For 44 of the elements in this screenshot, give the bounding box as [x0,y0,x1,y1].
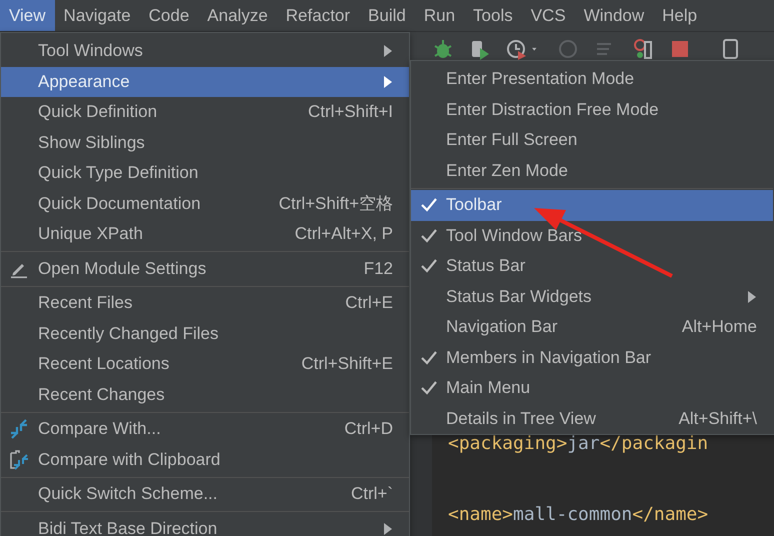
menu-title[interactable]: Analyze [198,0,277,31]
menu-title[interactable]: VCS [522,0,575,31]
compare-icon [9,419,29,440]
menu-title[interactable]: Run [414,0,464,31]
bug-icon[interactable] [432,38,454,60]
menu-title[interactable]: Help [653,0,706,31]
menu-item[interactable]: Quick Definition Ctrl+Shift+I [1,97,409,128]
menu-item[interactable]: Open Module Settings F12 [1,254,409,284]
clipboard-compare-icon [9,450,29,470]
profiler-icon[interactable] [506,38,528,60]
menu-item[interactable]: Enter Distraction Free Mode [411,94,773,125]
menu-title[interactable]: View [0,0,55,31]
menu-item[interactable]: Quick Documentation Ctrl+Shift+空格 [1,188,409,219]
menu-item[interactable]: Recently Changed Files [1,318,409,349]
menu-title[interactable]: Navigate [54,0,140,31]
menu-item[interactable]: Recent Locations Ctrl+Shift+E [1,349,409,380]
menu-title[interactable]: Refactor [276,0,360,31]
code-line: <packaging>jar</packagin [447,435,710,453]
menu-item[interactable]: Compare with Clipboard [1,444,409,475]
menu-item[interactable]: Enter Zen Mode [411,156,773,186]
menu-title[interactable]: Code [140,0,198,31]
menu-item[interactable]: Enter Presentation Mode [411,64,773,94]
menu-item[interactable]: Enter Full Screen [411,125,773,156]
menu-item[interactable]: Unique XPath Ctrl+Alt+X, P [1,219,409,250]
menu-item[interactable]: Details in Tree View Alt+Shift+\ [411,404,773,434]
menu-item[interactable]: Status Bar Widgets [411,282,773,312]
menu-item[interactable]: Tool Window Bars [411,220,773,251]
menu-item[interactable]: Quick Type Definition [1,158,409,188]
menu-item[interactable]: Quick Switch Scheme... Ctrl+` [1,479,409,510]
menu-title[interactable]: Tools [464,0,522,31]
menu-item[interactable]: Main Menu [411,373,773,404]
menu-item[interactable]: Status Bar [411,251,773,282]
menu-title[interactable]: Build [359,0,415,31]
menu-item[interactable]: Appearance [1,66,409,97]
menu-item[interactable]: Bidi Text Base Direction [1,514,409,536]
menu-item[interactable]: Recent Files Ctrl+E [1,288,409,318]
menu-item[interactable]: Members in Navigation Bar [411,342,773,373]
menu-item[interactable]: Compare With... Ctrl+D [1,414,409,444]
code-line: <name>mall-common</name> [447,506,710,524]
menu-item[interactable]: Show Siblings [1,128,409,158]
menu-title[interactable]: Window [574,0,654,31]
menu-item[interactable]: Recent Changes [1,380,409,410]
menu-item[interactable]: Navigation Bar Alt+Home [411,312,773,342]
menu-item[interactable]: Toolbar [411,190,773,220]
